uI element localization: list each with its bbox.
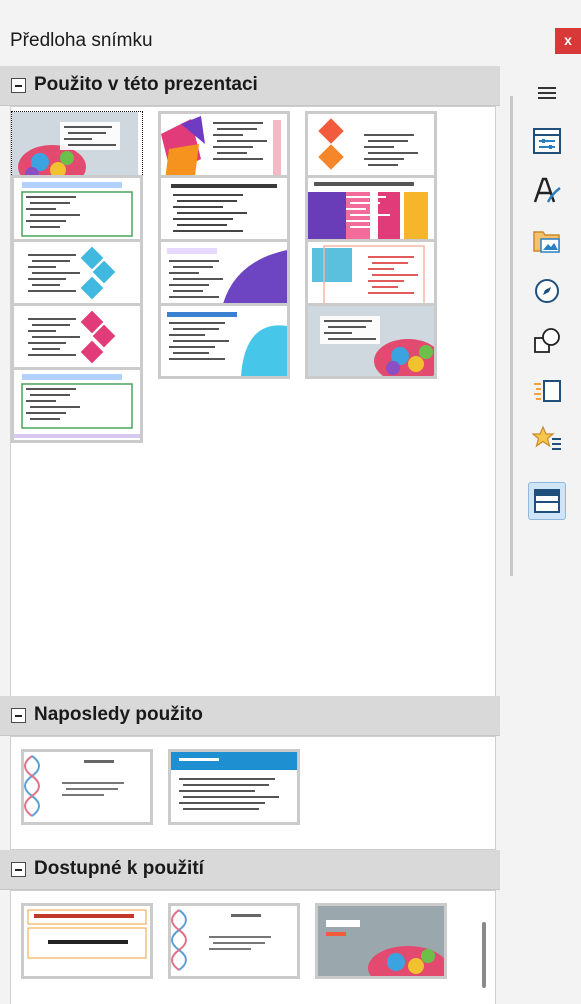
thumbnail-preview bbox=[14, 178, 140, 248]
slide-transition-icon[interactable] bbox=[528, 372, 566, 410]
thumbnail-preview bbox=[161, 306, 287, 376]
panel-title: Předloha snímku bbox=[10, 30, 153, 51]
thumbnail-preview bbox=[14, 370, 140, 440]
section-header-recent[interactable]: Naposledy použito bbox=[0, 696, 500, 736]
section-header-used[interactable]: Použito v této prezentaci bbox=[0, 66, 500, 106]
thumbnail-preview bbox=[24, 752, 150, 822]
recent-thumbnails-area bbox=[10, 736, 496, 850]
section-header-available[interactable]: Dostupné k použití bbox=[0, 850, 500, 890]
thumbnail-preview bbox=[308, 242, 434, 312]
available-thumbnails-area bbox=[10, 890, 496, 1004]
thumbnail-preview bbox=[318, 906, 444, 976]
master-slide-thumbnail[interactable] bbox=[11, 367, 143, 443]
styles-icon[interactable] bbox=[528, 172, 566, 210]
collapse-toggle-icon[interactable] bbox=[11, 862, 26, 877]
master-slides-panel: Použito v této prezentaci Naposledy použ… bbox=[0, 66, 500, 1004]
sidebar-splitter[interactable] bbox=[510, 96, 513, 576]
close-button[interactable]: x bbox=[555, 28, 581, 54]
master-slide-thumbnail[interactable] bbox=[168, 749, 300, 825]
thumbnail-preview bbox=[14, 242, 140, 312]
thumbnail-preview bbox=[308, 306, 434, 376]
thumbnail-preview bbox=[161, 178, 287, 248]
available-scrollbar[interactable] bbox=[482, 922, 486, 988]
thumbnail-preview bbox=[171, 906, 297, 976]
master-slide-thumbnail[interactable] bbox=[315, 903, 447, 979]
section-label-used: Použito v této prezentaci bbox=[34, 74, 258, 95]
master-slide-thumbnail[interactable] bbox=[305, 303, 437, 379]
master-slide-thumbnail[interactable] bbox=[21, 903, 153, 979]
panel-titlebar: Předloha snímku x bbox=[0, 16, 581, 66]
thumbnail-preview bbox=[171, 752, 297, 822]
used-thumbnails-area bbox=[10, 106, 496, 756]
master-slide-thumbnail[interactable] bbox=[158, 303, 290, 379]
collapse-toggle-icon[interactable] bbox=[11, 78, 26, 93]
menu-icon[interactable] bbox=[528, 74, 566, 112]
section-label-recent: Naposledy použito bbox=[34, 704, 203, 725]
collapse-toggle-icon[interactable] bbox=[11, 708, 26, 723]
master-slide-thumbnail[interactable] bbox=[21, 749, 153, 825]
section-label-available: Dostupné k použití bbox=[34, 858, 204, 879]
thumbnail-preview bbox=[161, 242, 287, 312]
thumbnail-preview bbox=[14, 306, 140, 376]
animation-icon[interactable] bbox=[528, 420, 566, 458]
navigator-icon[interactable] bbox=[528, 272, 566, 310]
master-slide-thumbnail[interactable] bbox=[168, 903, 300, 979]
thumbnail-preview bbox=[24, 906, 150, 976]
gallery-icon[interactable] bbox=[528, 222, 566, 260]
master-slides-icon[interactable] bbox=[528, 482, 566, 520]
properties-icon[interactable] bbox=[528, 122, 566, 160]
thumbnail-preview bbox=[308, 178, 434, 248]
shapes-icon[interactable] bbox=[528, 322, 566, 360]
thumbnail-preview bbox=[308, 114, 434, 184]
thumbnail-preview bbox=[161, 114, 287, 184]
sidebar-deck bbox=[500, 66, 581, 1004]
